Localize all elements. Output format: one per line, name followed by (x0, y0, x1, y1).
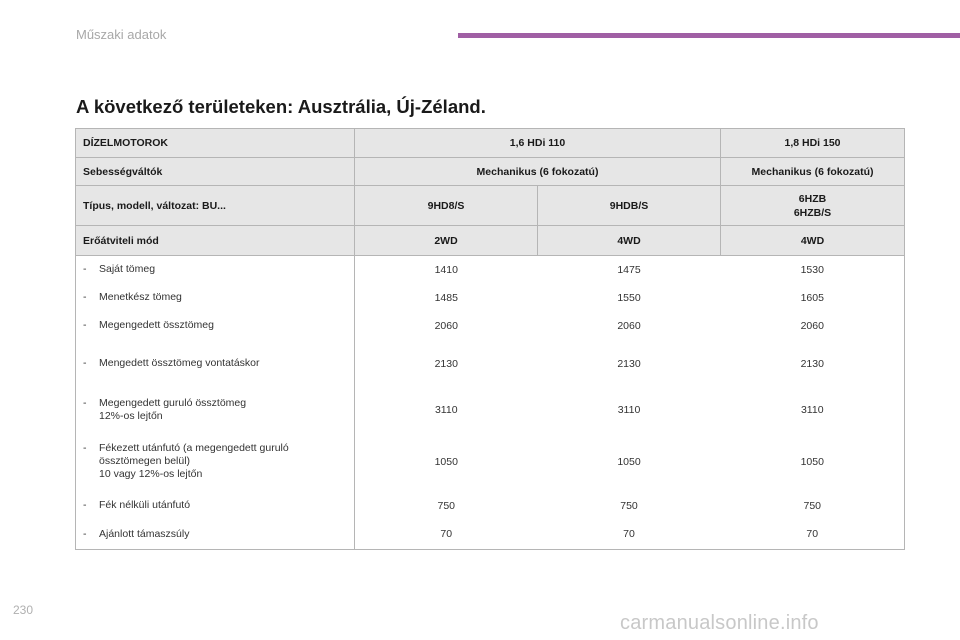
row-label: Fékezett utánfutó (a megengedett guruló … (99, 442, 289, 480)
engine-label: DÍZELMOTOROK (75, 128, 355, 158)
type-col3: 6HZB 6HZB/S (720, 185, 906, 226)
bullet-dash: - (83, 499, 87, 511)
row-label: Fék nélküli utánfutó (99, 499, 191, 511)
cell-col2: 1050 (617, 455, 641, 468)
gearbox-row: Sebességváltók Mechanikus (6 fokozatú) M… (75, 157, 906, 186)
cell-col3: 1530 (720, 255, 906, 284)
cell-col2: 750 (620, 499, 638, 512)
bullet-dash: - (83, 442, 87, 454)
drive-label: Erőátviteli mód (75, 225, 355, 256)
gearbox-label: Sebességváltók (75, 157, 355, 186)
type-col2: 9HDB/S (536, 185, 722, 226)
bullet-dash: - (83, 527, 87, 540)
cell-col2: 1550 (617, 291, 641, 304)
section-title: Műszaki adatok (76, 27, 167, 42)
bullet-dash: - (83, 263, 87, 276)
engine-row: DÍZELMOTOROK 1,6 HDi 110 1,8 HDi 150 (75, 128, 906, 158)
engine-col1: 1,6 HDi 110 (353, 128, 722, 158)
row-label: Megengedett össztömeg (99, 319, 214, 331)
gearbox-col1: Mechanikus (6 fokozatú) (353, 157, 722, 186)
row-label: Megengedett guruló össztömeg 12%-os lejt… (99, 396, 247, 422)
table-row: - Mengedett össztömeg vontatáskor 2130 21… (75, 339, 906, 388)
engine-col3: 1,8 HDi 150 (720, 128, 906, 158)
bullet-dash: - (83, 357, 87, 369)
cell-col3: 2060 (720, 311, 906, 340)
cell-col3: 2130 (720, 339, 906, 388)
cell-col1: 1410 (354, 255, 538, 284)
cell-col3: 1605 (720, 283, 906, 312)
cell-col1: 1050 (354, 431, 538, 492)
cell-col1: 1485 (354, 283, 538, 312)
table-row: - Menetkész tömeg 1485 1550 1605 (75, 283, 906, 312)
row-label: Mengedett össztömeg vontatáskor (99, 357, 260, 369)
row-label: Ajánlott támaszsúly (99, 527, 190, 540)
cell-col1: 3110 (354, 387, 538, 432)
drive-col2: 4WD (536, 225, 722, 256)
page-title: A következő területeken: Ausztrália, Új-… (76, 96, 486, 117)
type-col1: 9HD8/S (354, 185, 538, 226)
watermark: carmanualsonline.info (620, 612, 819, 634)
bullet-dash: - (83, 291, 87, 303)
cell-col1: 2060 (354, 311, 538, 340)
cell-col2: 1475 (617, 263, 641, 276)
table-row: - Fék nélküli utánfutó 750 750 750 (75, 491, 906, 520)
cell-col3: 1050 (720, 431, 906, 492)
spec-table: DÍZELMOTOROK 1,6 HDi 110 1,8 HDi 150 Seb… (75, 128, 906, 550)
page-number: 230 (13, 603, 34, 617)
cell-col1: 750 (354, 491, 538, 520)
bullet-dash: - (83, 396, 87, 409)
table-row: - Saját tömeg 1410 1475 1530 (75, 255, 906, 284)
drive-col3: 4WD (720, 225, 906, 256)
cell-col2: 2060 (617, 319, 641, 332)
drive-col1: 2WD (354, 225, 538, 256)
gearbox-col3: Mechanikus (6 fokozatú) (720, 157, 906, 186)
cell-col1: 70 (354, 519, 538, 550)
cell-col3: 750 (720, 491, 906, 520)
table-row: - Megengedett guruló össztömeg 12%-os lej… (75, 387, 906, 432)
bullet-dash: - (83, 319, 87, 331)
table-row: - Fékezett utánfutó (a megengedett guruló… (75, 431, 906, 492)
cell-col3: 70 (720, 519, 906, 550)
drive-row: Erőátviteli mód 2WD 4WD 4WD (75, 225, 906, 256)
type-row: Típus, modell, változat: BU... 9HD8/S 9H… (75, 185, 906, 226)
type-label: Típus, modell, változat: BU... (75, 185, 355, 226)
section-accent-bar (458, 33, 960, 38)
row-label: Saját tömeg (99, 263, 156, 276)
table-row: - Megengedett össztömeg 2060 2060 2060 (75, 311, 906, 340)
cell-col3: 3110 (720, 387, 906, 432)
table-row: - Ajánlott támaszsúly 70 70 70 (75, 519, 906, 550)
cell-col2: 2130 (617, 357, 641, 370)
row-label: Menetkész tömeg (99, 291, 182, 303)
cell-col2: 70 (537, 519, 721, 550)
cell-col1: 2130 (354, 339, 538, 388)
cell-col2: 3110 (617, 403, 641, 416)
